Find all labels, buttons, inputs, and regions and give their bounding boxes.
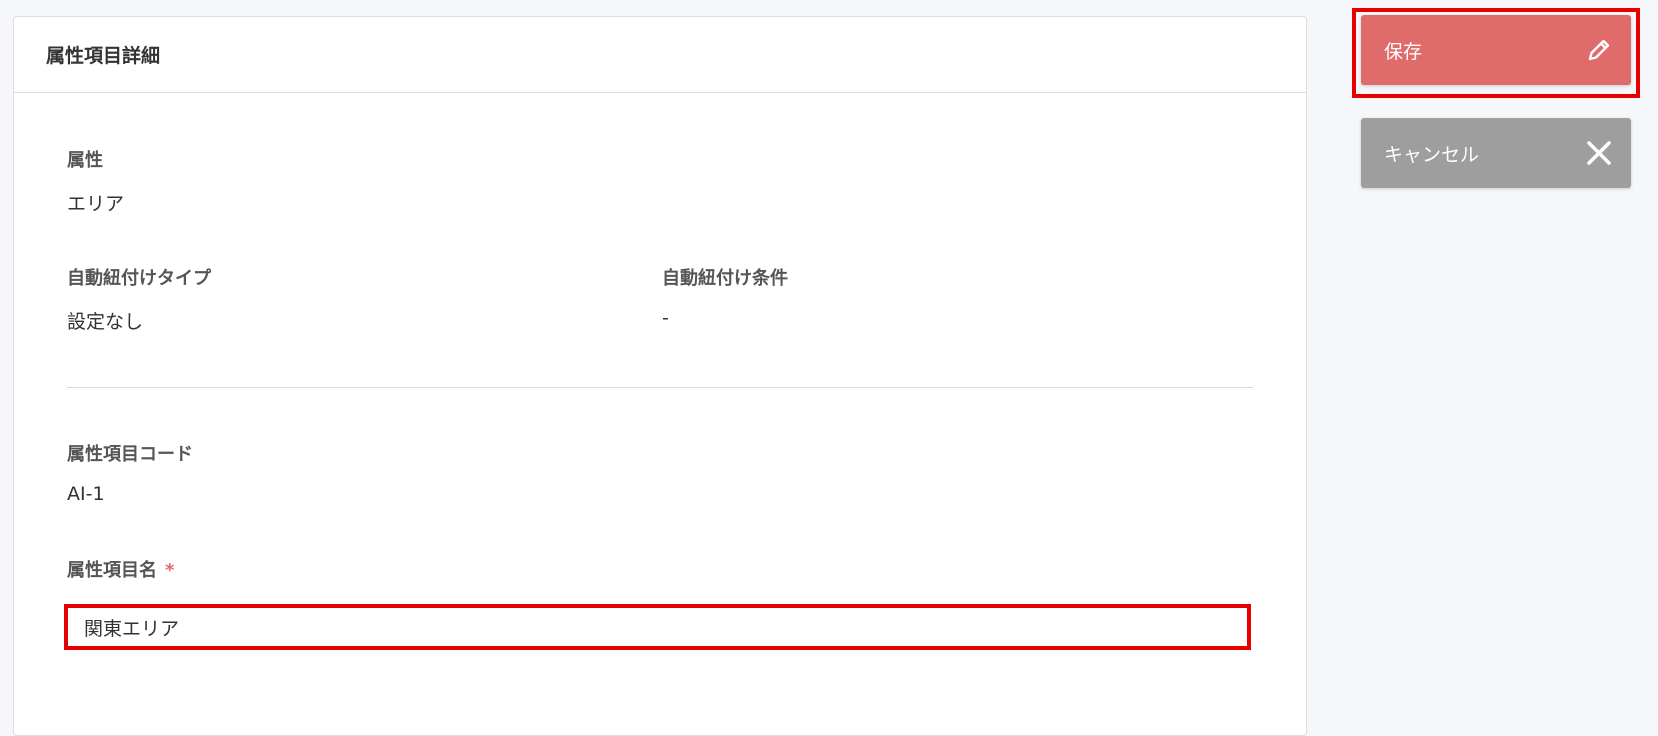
item-name-input[interactable] xyxy=(64,604,1251,650)
auto-link-type-label: 自動紐付けタイプ xyxy=(67,268,211,289)
save-button-label: 保存 xyxy=(1384,40,1423,63)
item-name-label: 属性項目名 * xyxy=(67,556,174,582)
close-icon xyxy=(1585,139,1613,167)
attribute-label: 属性 xyxy=(67,150,103,171)
auto-link-condition-value: - xyxy=(662,307,669,329)
item-code-label: 属性項目コード xyxy=(67,444,193,465)
required-mark: * xyxy=(165,560,175,581)
section-divider xyxy=(67,387,1253,388)
card-header: 属性項目詳細 xyxy=(14,17,1306,93)
item-name-label-text: 属性項目名 xyxy=(67,560,157,581)
item-code-value: AI-1 xyxy=(67,483,105,505)
card-title: 属性項目詳細 xyxy=(46,45,161,67)
cancel-button[interactable]: キャンセル xyxy=(1361,118,1631,188)
auto-link-condition-label: 自動紐付け条件 xyxy=(662,268,788,289)
save-button[interactable]: 保存 xyxy=(1361,15,1631,85)
cancel-button-label: キャンセル xyxy=(1384,143,1480,166)
auto-link-type-value: 設定なし xyxy=(67,311,144,333)
pencil-icon xyxy=(1585,36,1613,64)
attribute-value: エリア xyxy=(67,193,125,215)
